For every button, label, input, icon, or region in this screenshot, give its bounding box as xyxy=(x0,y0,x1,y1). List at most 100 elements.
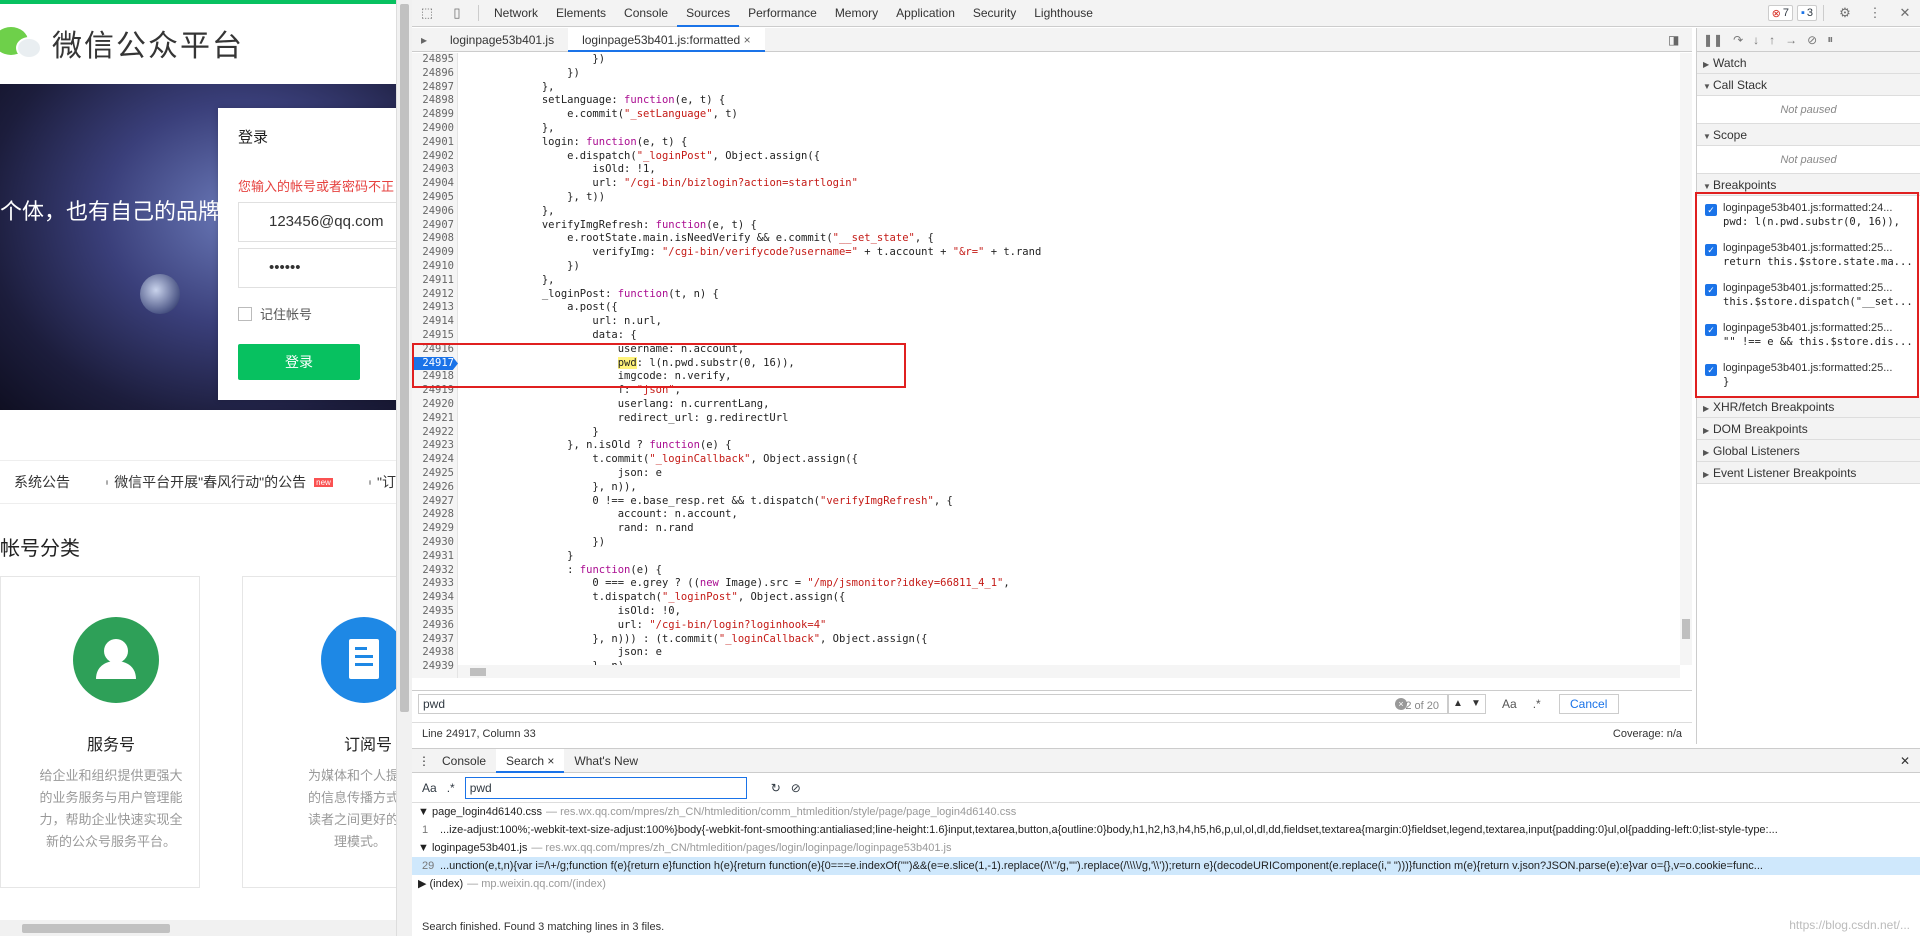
line-number[interactable]: 24902 xyxy=(412,150,458,164)
code-line[interactable]: e.commit("_setLanguage", t) xyxy=(466,108,738,122)
refresh-icon[interactable]: ↻ xyxy=(771,781,781,795)
coverage-status[interactable]: Coverage: n/a xyxy=(1613,728,1682,740)
service-account-card[interactable]: 服务号 给企业和组织提供更强大 的业务服务与用户管理能 力，帮助企业快速实现全 新的公… xyxy=(0,576,200,888)
global-listeners-section[interactable]: ▶ Global Listeners xyxy=(1697,440,1920,462)
code-line[interactable]: }, xyxy=(466,81,555,95)
pause-icon[interactable]: ❚❚ xyxy=(1703,33,1723,47)
code-line[interactable]: }) xyxy=(466,536,605,550)
search-input[interactable]: pwd xyxy=(464,776,747,799)
step-icon[interactable]: → xyxy=(1785,33,1797,47)
code-line[interactable]: }, xyxy=(466,122,555,136)
tab-lighthouse[interactable]: Lighthouse xyxy=(1025,0,1102,27)
code-line[interactable]: }, xyxy=(466,274,555,288)
line-number[interactable]: 24932 xyxy=(412,564,458,578)
pause-on-exceptions-icon[interactable]: ⏸ xyxy=(1827,32,1833,47)
drawer-tab-search[interactable]: Search × xyxy=(496,748,565,773)
code-line[interactable]: data: { xyxy=(466,329,636,343)
line-number[interactable]: 24909 xyxy=(412,246,458,260)
line-number[interactable]: 24938 xyxy=(412,646,458,660)
account-input[interactable]: 123456@qq.com xyxy=(238,202,396,242)
code-line[interactable]: }) xyxy=(466,53,605,67)
device-toolbar-icon[interactable]: ▯ xyxy=(442,0,472,27)
cancel-button[interactable]: Cancel xyxy=(1558,693,1619,714)
line-number[interactable]: 24928 xyxy=(412,508,458,522)
line-number[interactable]: 24908 xyxy=(412,232,458,246)
regex-toggle[interactable]: .* xyxy=(1533,697,1541,711)
messages-badge[interactable]: ▪ 3 xyxy=(1796,5,1817,21)
line-number[interactable]: 24898 xyxy=(412,94,458,108)
code-line[interactable]: url: "/cgi-bin/bizlogin?action=startlogi… xyxy=(466,177,858,191)
login-button[interactable]: 登录 xyxy=(238,344,360,380)
tab-sources[interactable]: Sources xyxy=(677,0,740,27)
line-number[interactable]: 24899 xyxy=(412,108,458,122)
line-number[interactable]: 24905 xyxy=(412,191,458,205)
code-line[interactable]: isOld: !0, xyxy=(466,605,681,619)
drawer-menu-icon[interactable]: ⋮ xyxy=(412,749,432,773)
code-line[interactable]: }, n)), xyxy=(466,481,636,495)
debugger-toggle-icon[interactable]: ◨ xyxy=(1668,33,1692,47)
tab-application[interactable]: Application xyxy=(887,0,964,27)
tab-network[interactable]: Network xyxy=(485,0,547,27)
step-out-icon[interactable]: ↑ xyxy=(1769,33,1775,47)
line-number[interactable]: 24906 xyxy=(412,205,458,219)
line-number[interactable]: 24912 xyxy=(412,288,458,302)
tab-security[interactable]: Security xyxy=(964,0,1025,27)
line-number[interactable]: 24900 xyxy=(412,122,458,136)
line-number[interactable]: 24936 xyxy=(412,619,458,633)
code-line[interactable]: }, t)) xyxy=(466,191,605,205)
close-drawer-icon[interactable]: ✕ xyxy=(1890,749,1920,773)
code-line[interactable]: : function(e) { xyxy=(466,564,662,578)
code-line[interactable]: a.post({ xyxy=(466,301,618,315)
regex-toggle[interactable]: .* xyxy=(447,781,455,795)
drawer-tab-whats-new[interactable]: What's New xyxy=(564,749,648,773)
code-line[interactable]: redirect_url: g.redirectUrl xyxy=(466,412,789,426)
line-number[interactable]: 24923 xyxy=(412,439,458,453)
line-number[interactable]: 24915 xyxy=(412,329,458,343)
clear-icon[interactable]: ⊘ xyxy=(791,781,801,795)
code-line[interactable]: e.rootState.main.isNeedVerify && e.commi… xyxy=(466,232,934,246)
close-tab-icon[interactable]: × xyxy=(547,754,554,768)
event-listener-breakpoints-section[interactable]: ▶ Event Listener Breakpoints xyxy=(1697,462,1920,484)
notice-link[interactable]: 微信平台开展"春风行动"的公告 xyxy=(114,472,306,492)
code-line[interactable]: }) xyxy=(466,260,580,274)
step-over-icon[interactable]: ↷ xyxy=(1733,33,1743,47)
navigator-toggle-icon[interactable]: ▸ xyxy=(412,33,436,47)
line-number[interactable]: 24929 xyxy=(412,522,458,536)
line-number[interactable]: 24922 xyxy=(412,426,458,440)
line-number[interactable]: 24901 xyxy=(412,136,458,150)
editor-vertical-scrollbar[interactable] xyxy=(1680,53,1692,665)
dom-breakpoints-section[interactable]: ▶ DOM Breakpoints xyxy=(1697,418,1920,440)
xhr-breakpoints-section[interactable]: ▶ XHR/fetch Breakpoints xyxy=(1697,396,1920,418)
watch-section[interactable]: ▶ Watch xyxy=(1697,52,1920,74)
site-title[interactable]: 微信公众平台 xyxy=(52,21,244,65)
code-line[interactable]: } xyxy=(466,426,598,440)
result-line[interactable]: 1 ...ize-adjust:100%;-webkit-text-size-ad… xyxy=(412,821,1920,839)
line-number[interactable]: 24897 xyxy=(412,81,458,95)
code-line[interactable]: url: n.url, xyxy=(466,315,662,329)
code-line[interactable]: } xyxy=(466,550,573,564)
line-number[interactable]: 24921 xyxy=(412,412,458,426)
line-number[interactable]: 24911 xyxy=(412,274,458,288)
editor-horizontal-scrollbar[interactable] xyxy=(458,665,1680,678)
line-number[interactable]: 24924 xyxy=(412,453,458,467)
line-number[interactable]: 24930 xyxy=(412,536,458,550)
more-menu-icon[interactable]: ⋮ xyxy=(1860,0,1890,27)
close-tab-icon[interactable]: × xyxy=(744,33,751,47)
line-number[interactable]: 24934 xyxy=(412,591,458,605)
line-number[interactable]: 24939 xyxy=(412,660,458,674)
file-tab[interactable]: loginpage53b401.js xyxy=(436,28,568,52)
code-line[interactable]: url: "/cgi-bin/login?loginhook=4" xyxy=(466,619,827,633)
page-horizontal-scrollbar[interactable] xyxy=(0,920,396,936)
code-line[interactable]: setLanguage: function(e, t) { xyxy=(466,94,725,108)
subscription-account-card[interactable]: 订阅号 为媒体和个人提供的信息传播方式，读者之间更好的沟理模式。 xyxy=(242,576,396,888)
code-line[interactable]: }, n))) : (t.commit("_loginCallback", Ob… xyxy=(466,633,927,647)
code-line[interactable]: login: function(e, t) { xyxy=(466,136,687,150)
code-line[interactable]: userlang: n.currentLang, xyxy=(466,398,770,412)
code-line[interactable]: json: e xyxy=(466,467,662,481)
code-line[interactable]: }, n.isOld ? function(e) { xyxy=(466,439,731,453)
file-tab-active[interactable]: loginpage53b401.js:formatted × xyxy=(568,27,765,52)
code-line[interactable]: t.dispatch("_loginPost", Object.assign({ xyxy=(466,591,845,605)
code-line[interactable]: isOld: !1, xyxy=(466,163,655,177)
match-case-toggle[interactable]: Aa xyxy=(1502,697,1517,711)
line-number[interactable]: 24931 xyxy=(412,550,458,564)
